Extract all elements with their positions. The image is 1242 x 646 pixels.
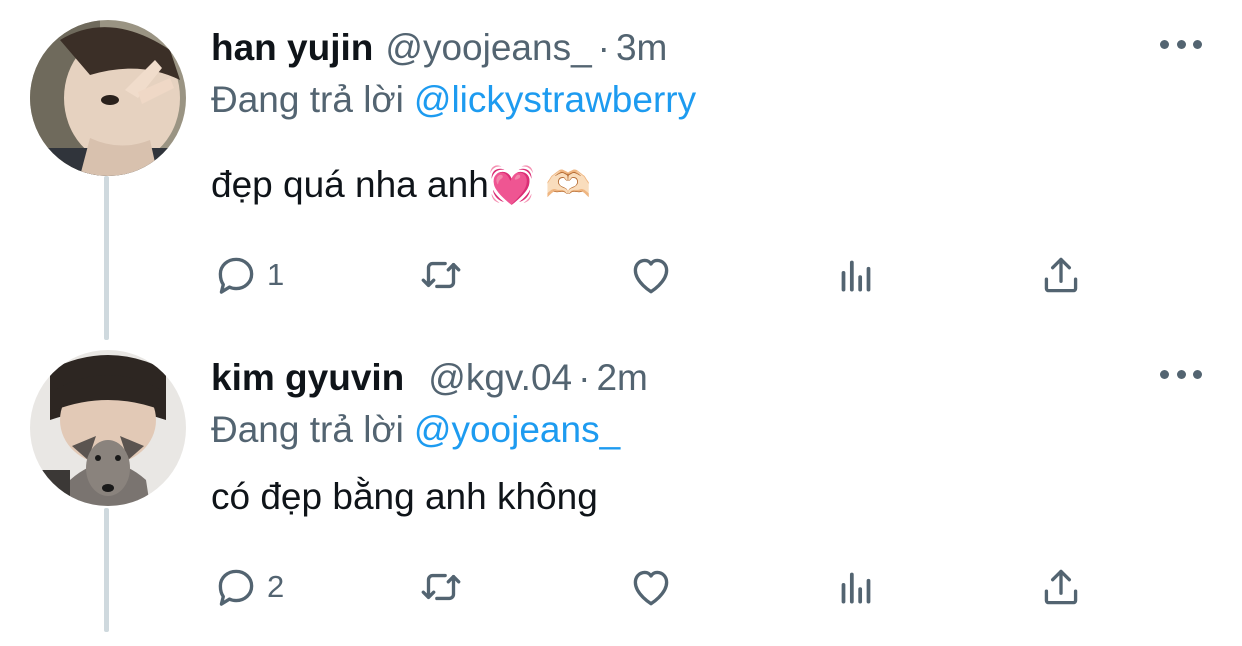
replying-to-label: Đang trả lời (211, 409, 404, 450)
avatar[interactable] (30, 20, 186, 176)
tweet-text: đẹp quá nha anh💓 🫶🏻 (211, 164, 592, 205)
reply-button[interactable]: 1 (211, 248, 284, 302)
mention-link[interactable]: @lickystrawberry (414, 79, 696, 120)
tweet-text: có đẹp bằng anh không (211, 476, 598, 517)
replying-to: Đang trả lời @lickystrawberry (211, 78, 696, 122)
tweet[interactable]: han yujin @yoojeans_ · 3m Đang trả lời @lick… (0, 0, 1242, 316)
views-icon (841, 260, 871, 292)
tweet-actions: 2 (211, 560, 1091, 614)
avatar[interactable] (30, 350, 186, 506)
user-handle[interactable]: @kgv.04 (428, 357, 572, 398)
mention-link[interactable]: @yoojeans_ (414, 409, 620, 450)
more-icon[interactable] (1160, 364, 1202, 384)
separator-dot: · (597, 27, 610, 68)
tweet-header: han yujin @yoojeans_ · 3m (211, 26, 667, 70)
separator-dot: · (578, 357, 591, 398)
user-handle[interactable]: @yoojeans_ (385, 27, 591, 68)
retweet-button[interactable] (416, 248, 466, 302)
timestamp[interactable]: 3m (616, 27, 667, 68)
views-button[interactable] (831, 560, 881, 614)
retweet-button[interactable] (416, 560, 466, 614)
like-icon (633, 570, 669, 606)
share-button[interactable] (1036, 248, 1086, 302)
like-button[interactable] (626, 560, 676, 614)
more-icon[interactable] (1160, 34, 1202, 54)
share-icon (1044, 257, 1078, 293)
like-icon (633, 258, 669, 294)
reply-button[interactable]: 2 (211, 560, 284, 614)
retweet-icon (421, 261, 461, 289)
display-name[interactable]: han yujin (211, 27, 373, 68)
replying-to: Đang trả lời @yoojeans_ (211, 408, 620, 452)
display-name[interactable]: kim gyuvin (211, 357, 404, 398)
like-button[interactable] (626, 248, 676, 302)
views-icon (841, 572, 871, 604)
reply-icon (218, 569, 254, 606)
reply-icon (218, 257, 254, 294)
tweet-header: kim gyuvin @kgv.04 · 2m (211, 356, 648, 400)
share-button[interactable] (1036, 560, 1086, 614)
tweet[interactable]: kim gyuvin @kgv.04 · 2m Đang trả lời @yoojea… (0, 330, 1242, 646)
retweet-icon (421, 573, 461, 601)
tweet-actions: 1 (211, 248, 1091, 302)
replying-to-label: Đang trả lời (211, 79, 404, 120)
share-icon (1044, 569, 1078, 605)
views-button[interactable] (831, 248, 881, 302)
reply-count: 1 (267, 257, 285, 292)
timestamp[interactable]: 2m (596, 357, 647, 398)
reply-count: 2 (267, 569, 285, 604)
